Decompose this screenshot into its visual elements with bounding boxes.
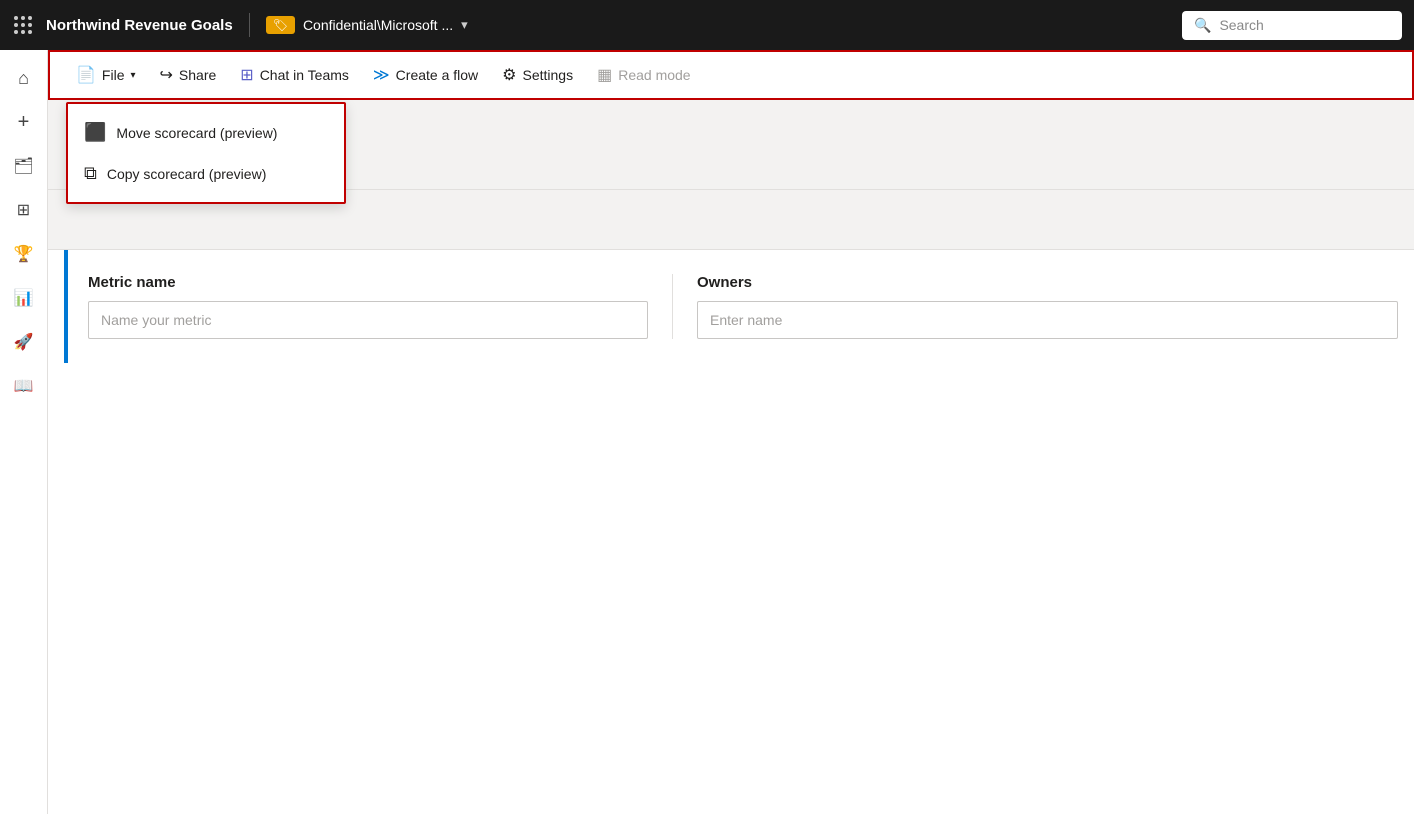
settings-icon: ⚙ <box>502 65 516 85</box>
chat-label: Chat in Teams <box>260 67 349 83</box>
toolbar: 📄 File ▾ ↪ Share ⊞ Chat in Teams ≫ Creat… <box>48 50 1414 100</box>
label-text: Confidential\Microsoft ... <box>303 17 453 33</box>
sidebar-item-metrics[interactable]: 📊 <box>4 278 44 318</box>
teams-icon: ⊞ <box>240 65 253 85</box>
copy-label: Copy scorecard (preview) <box>107 166 267 182</box>
metrics-icon: 📊 <box>14 288 34 308</box>
tag-icon: 🏷 <box>273 18 288 32</box>
topbar: Northwind Revenue Goals 🏷 Confidential\M… <box>0 0 1414 50</box>
metric-form: Metric name Owners <box>64 250 1414 363</box>
file-label: File <box>102 67 125 83</box>
share-icon: ↪ <box>160 65 173 85</box>
metric-name-col: Metric name <box>88 274 648 339</box>
file-dropdown: ⬛ Move scorecard (preview) ⧉ Copy scorec… <box>66 102 346 204</box>
sidebar-item-home[interactable]: ⌂ <box>4 58 44 98</box>
read-mode-icon: ▦ <box>597 65 612 85</box>
sensitivity-label[interactable]: 🏷 Confidential\Microsoft ... ▾ <box>266 16 1170 34</box>
metric-name-input[interactable] <box>88 301 648 339</box>
copy-icon: ⧉ <box>84 163 97 184</box>
chat-in-teams-button[interactable]: ⊞ Chat in Teams <box>230 59 359 91</box>
search-placeholder: Search <box>1219 17 1263 33</box>
file-button[interactable]: 📄 File ▾ <box>66 59 146 91</box>
app-title: Northwind Revenue Goals <box>46 17 233 34</box>
apps-icon: ⊞ <box>17 200 30 220</box>
metric-form-section: Metric name Owners <box>48 250 1414 814</box>
flow-icon: ≫ <box>373 65 390 85</box>
content-area: Goals Metric name Owners <box>48 100 1414 814</box>
catalog-icon: 📖 <box>14 376 34 396</box>
move-scorecard-item[interactable]: ⬛ Move scorecard (preview) <box>68 112 344 153</box>
file-icon: 📄 <box>76 65 96 85</box>
main-content: 📄 File ▾ ↪ Share ⊞ Chat in Teams ≫ Creat… <box>48 50 1414 814</box>
sidebar-item-apps[interactable]: ⊞ <box>4 190 44 230</box>
sidebar: ⌂ + 🗂 ⊞ 🏆 📊 🚀 📖 <box>0 50 48 814</box>
create-icon: + <box>18 112 30 132</box>
move-label: Move scorecard (preview) <box>116 125 277 141</box>
share-label: Share <box>179 67 216 83</box>
browse-icon: 🗂 <box>13 156 33 176</box>
owners-col: Owners <box>697 274 1398 339</box>
sidebar-item-browse[interactable]: 🗂 <box>4 146 44 186</box>
owners-label: Owners <box>697 274 1398 291</box>
sidebar-item-flows[interactable]: 🚀 <box>4 322 44 362</box>
owners-input[interactable] <box>697 301 1398 339</box>
sidebar-item-catalog[interactable]: 📖 <box>4 366 44 406</box>
goals-icon: 🏆 <box>14 244 34 264</box>
flows-icon: 🚀 <box>14 332 34 352</box>
create-flow-button[interactable]: ≫ Create a flow <box>363 59 488 91</box>
sidebar-item-create[interactable]: + <box>4 102 44 142</box>
form-divider <box>672 274 673 339</box>
search-icon: 🔍 <box>1194 17 1211 34</box>
read-mode-button[interactable]: ▦ Read mode <box>587 59 701 91</box>
copy-scorecard-item[interactable]: ⧉ Copy scorecard (preview) <box>68 153 344 194</box>
create-flow-label: Create a flow <box>396 67 478 83</box>
sidebar-item-goals[interactable]: 🏆 <box>4 234 44 274</box>
home-icon: ⌂ <box>18 68 29 89</box>
share-button[interactable]: ↪ Share <box>150 59 227 91</box>
settings-button[interactable]: ⚙ Settings <box>492 59 583 91</box>
layout: ⌂ + 🗂 ⊞ 🏆 📊 🚀 📖 📄 File <box>0 50 1414 814</box>
metric-name-label: Metric name <box>88 274 648 291</box>
move-icon: ⬛ <box>84 122 106 143</box>
label-tag: 🏷 <box>266 16 295 34</box>
read-mode-label: Read mode <box>618 67 690 83</box>
settings-label: Settings <box>523 67 574 83</box>
chevron-down-icon: ▾ <box>461 17 468 33</box>
search-box[interactable]: 🔍 Search <box>1182 11 1402 40</box>
app-launcher-icon[interactable] <box>12 14 34 36</box>
file-chevron-icon: ▾ <box>130 70 135 81</box>
topbar-divider <box>249 13 250 37</box>
